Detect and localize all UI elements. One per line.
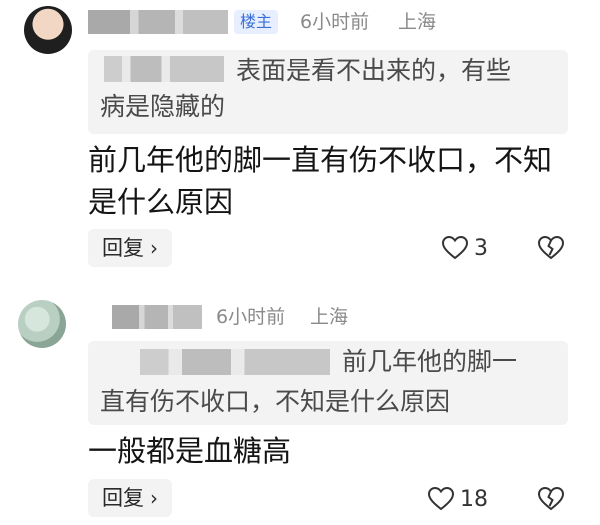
chevron-right-icon: › <box>150 486 158 510</box>
comment-item: 6小时前 上海 前几年他的脚一 直有伤不收口，不知是什么原因 一般都是血糖高 回… <box>0 285 600 525</box>
broken-heart-icon[interactable] <box>538 487 564 511</box>
avatar[interactable] <box>18 300 66 348</box>
reply-label: 回复 <box>102 236 144 260</box>
quoted-username-redacted <box>140 349 330 375</box>
reply-button[interactable]: 回复 › <box>88 229 172 267</box>
quoted-text-line1: 前几年他的脚一 <box>342 347 518 376</box>
username-redacted[interactable] <box>112 305 202 329</box>
quoted-text-line2: 直有伤不收口，不知是什么原因 <box>100 387 451 416</box>
comment-item: 楼主 6小时前 上海 表面是看不出来的，有些 病是隐藏的 前几年他的脚一直有伤不… <box>0 0 600 285</box>
comment-time: 6小时前 <box>216 306 286 328</box>
heart-outline-icon <box>442 236 468 260</box>
reply-label: 回复 <box>102 486 144 510</box>
broken-heart-icon[interactable] <box>538 236 564 260</box>
comment-location: 上海 <box>310 306 349 328</box>
comment-text-line1: 前几年他的脚一直有伤不收口，不知 <box>88 143 553 177</box>
username-redacted[interactable] <box>88 10 228 34</box>
quoted-text-line2: 病是隐藏的 <box>100 92 226 121</box>
comment-text: 一般都是血糖高 <box>88 434 292 468</box>
reply-button[interactable]: 回复 › <box>88 479 172 517</box>
like-count: 18 <box>460 486 488 512</box>
heart-outline-icon <box>428 487 454 511</box>
like-count: 3 <box>474 235 488 261</box>
quoted-text-line1: 表面是看不出来的，有些 <box>236 56 512 85</box>
author-badge: 楼主 <box>234 10 279 34</box>
like-button[interactable]: 3 <box>442 230 488 266</box>
comment-time: 6小时前 <box>300 11 370 33</box>
avatar[interactable] <box>24 6 72 54</box>
quoted-username-redacted <box>104 56 224 82</box>
comment-location: 上海 <box>398 11 437 33</box>
like-button[interactable]: 18 <box>428 481 488 517</box>
comment-text-line2: 是什么原因 <box>88 185 234 219</box>
chevron-right-icon: › <box>150 236 158 260</box>
